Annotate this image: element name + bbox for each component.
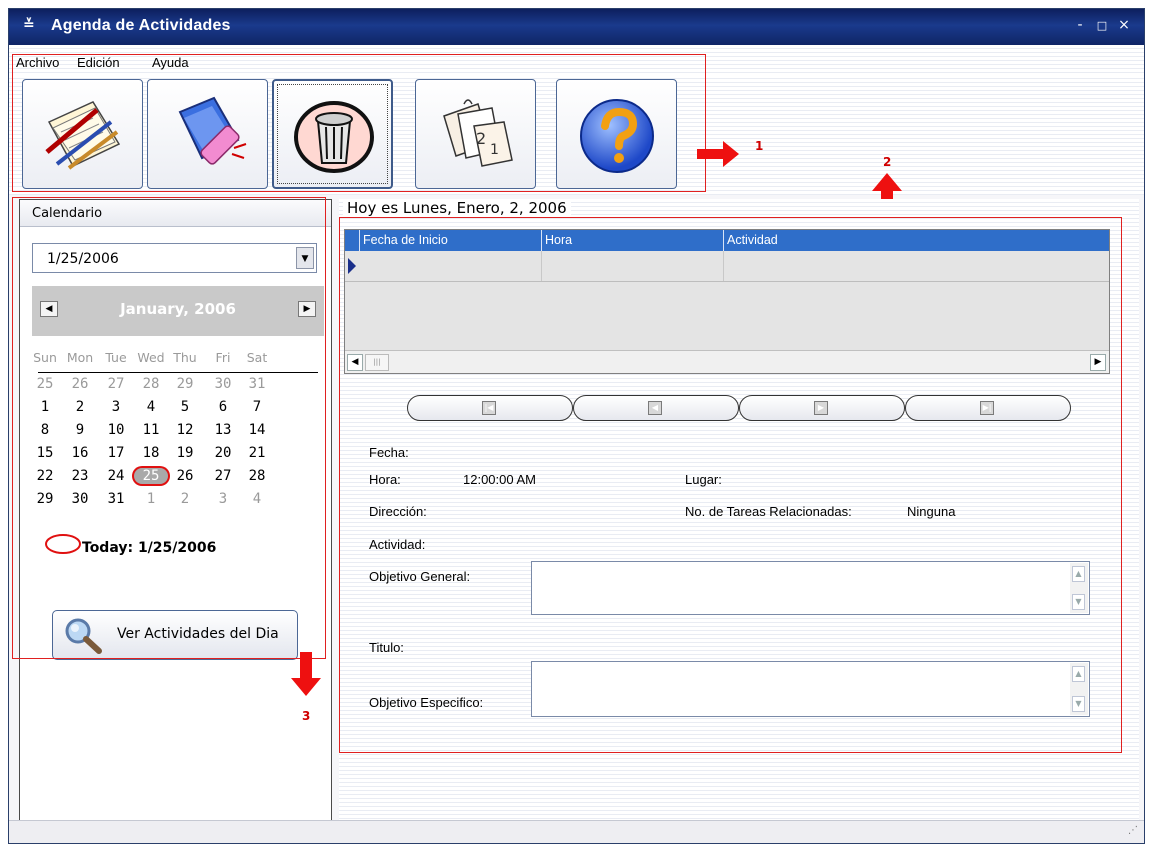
window-title: Agenda de Actividades (51, 17, 231, 34)
arrow-right-icon (697, 141, 739, 167)
annotation-box-2 (339, 217, 1122, 753)
minimize-button[interactable]: - (1071, 17, 1089, 33)
today-heading: Hoy es Lunes, Enero, 2, 2006 (343, 199, 571, 217)
annotation-box-1 (12, 54, 706, 192)
close-button[interactable]: × (1115, 17, 1133, 33)
annotation-box-3 (12, 197, 326, 659)
annotation-label-3: 3 (302, 709, 311, 723)
annotation-label-1: 1 (755, 139, 764, 153)
resize-grip-icon[interactable]: ⋰ (1128, 825, 1138, 836)
maximize-button[interactable]: □ (1093, 19, 1111, 32)
app-icon: ≚ (23, 17, 35, 33)
main-window: ≚ Agenda de Actividades - □ × Archivo Ed… (8, 8, 1145, 844)
status-bar: ⋰ (9, 820, 1144, 843)
annotation-label-2: 2 (883, 155, 892, 169)
title-bar: ≚ Agenda de Actividades - □ × (9, 9, 1144, 45)
arrow-down-icon (291, 652, 321, 696)
